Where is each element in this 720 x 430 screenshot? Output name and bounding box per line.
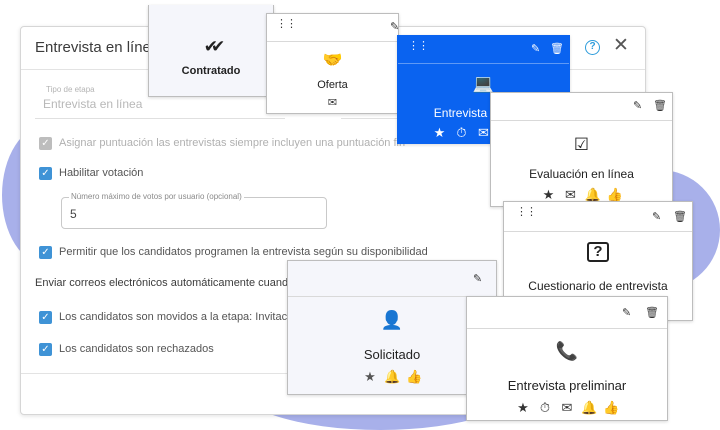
star-icon[interactable]: ★ — [432, 125, 448, 141]
help-circle-icon[interactable]: ? — [585, 40, 600, 55]
laptop-person-icon: 💻 — [472, 74, 495, 93]
card-title: Evaluación en línea — [529, 167, 634, 181]
stage-card-entrevista-preliminar[interactable]: ✎ 🗑 📞 Entrevista preliminar ★ ⏱ ✉ 🔔 👍 — [466, 296, 668, 421]
card-title: Oferta — [317, 79, 348, 91]
email-moved-label: Los candidatos son movidos a la etapa: I… — [59, 311, 296, 323]
email-moved-option[interactable]: ✓ Los candidatos son movidos a la etapa:… — [39, 309, 296, 325]
delete-icon[interactable]: 🗑 — [653, 99, 667, 113]
edit-icon[interactable]: ✎ — [652, 210, 661, 224]
close-icon[interactable]: ✕ — [613, 36, 629, 56]
stage-card-contratado[interactable]: ✔✔ Contratado — [148, 5, 274, 97]
edit-icon[interactable]: ✎ — [622, 306, 631, 320]
delete-icon[interactable]: 🗑 — [645, 306, 659, 320]
candidates-schedule-option[interactable]: ✓ Permitir que los candidatos programen … — [39, 244, 428, 260]
card-header: ⋮⋮ ✎ — [267, 14, 399, 42]
question-bubble-icon: ? — [504, 242, 692, 262]
card-header: ⋮⋮ ✎ 🗑 — [504, 202, 692, 232]
edit-icon[interactable]: ✎ — [473, 272, 482, 286]
stage-type-label: Tipo de etapa — [46, 85, 95, 94]
checklist-icon: ☑ — [573, 135, 590, 154]
card-header: ✎ — [288, 261, 496, 297]
person-arrow-icon: 👤 — [380, 310, 404, 330]
email-rejected-checkbox[interactable]: ✓ — [39, 342, 52, 356]
card-header: ✎ 🗑 — [467, 297, 667, 329]
score-option-checkbox: ✓ — [39, 136, 52, 150]
timer-icon[interactable]: ⏱ — [454, 125, 470, 141]
card-actions: ✉ — [267, 96, 398, 109]
email-rejected-label: Los candidatos son rechazados — [59, 343, 214, 355]
email-moved-checkbox[interactable]: ✓ — [39, 310, 52, 324]
card-title: Entrevista preliminar — [507, 378, 627, 393]
candidates-schedule-label: Permitir que los candidatos programen la… — [59, 246, 428, 258]
card-header: ⋮⋮ ✎ 🗑 — [398, 36, 569, 64]
drag-handle-icon[interactable]: ⋮⋮ — [516, 207, 537, 218]
timer-icon[interactable]: ⏱ — [537, 400, 553, 416]
stage-card-oferta[interactable]: ⋮⋮ ✎ 🤝 Oferta ✉ — [266, 13, 399, 114]
stage-type-value: Entrevista en línea — [43, 97, 143, 111]
max-votes-value: 5 — [70, 207, 77, 221]
card-actions: ★ ⏱ ✉ 🔔 👍 — [467, 400, 667, 416]
thumbs-up-icon[interactable]: 👍 — [603, 400, 619, 416]
enable-voting-checkbox[interactable]: ✓ — [39, 166, 52, 180]
double-check-icon: ✔✔ — [203, 37, 226, 56]
score-option: ✓ Asignar puntuación las entrevistas sie… — [39, 135, 405, 151]
card-actions: ★ 🔔 👍 — [288, 369, 496, 385]
drag-handle-icon[interactable]: ⋮⋮ — [276, 19, 297, 30]
card-title: Contratado — [181, 65, 241, 77]
enable-voting-option[interactable]: ✓ Habilitar votación — [39, 165, 143, 181]
email-icon[interactable]: ✉ — [559, 400, 575, 416]
card-title: Solicitado — [363, 347, 421, 362]
max-votes-label: Número máximo de votos por usuario (opci… — [69, 192, 244, 201]
delete-icon[interactable]: 🗑 — [673, 210, 687, 224]
delete-icon[interactable]: 🗑 — [550, 42, 564, 56]
email-section-title: Enviar correos electrónicos automáticame… — [35, 277, 295, 289]
stage-card-evaluacion-en-linea[interactable]: ✎ 🗑 ☑ Evaluación en línea ★ ✉ 🔔 👍 — [490, 92, 673, 207]
star-icon[interactable]: ★ — [515, 400, 531, 416]
drag-handle-icon[interactable]: ⋮⋮ — [408, 41, 429, 52]
star-icon[interactable]: ★ — [362, 369, 378, 385]
score-option-label: Asignar puntuación las entrevistas siemp… — [59, 137, 406, 149]
notification-icon[interactable]: 🔔 — [581, 400, 597, 416]
edit-icon[interactable]: ✎ — [390, 20, 399, 34]
candidates-schedule-checkbox[interactable]: ✓ — [39, 245, 52, 259]
max-votes-input[interactable]: Número máximo de votos por usuario (opci… — [61, 192, 327, 229]
handshake-icon: 🤝 — [322, 52, 343, 69]
edit-icon[interactable]: ✎ — [531, 42, 540, 56]
edit-icon[interactable]: ✎ — [633, 99, 642, 113]
email-icon[interactable]: ✉ — [325, 96, 341, 109]
dialog-title: Entrevista en línea — [35, 39, 160, 56]
enable-voting-label: Habilitar votación — [59, 167, 144, 179]
email-rejected-option[interactable]: ✓ Los candidatos son rechazados — [39, 341, 214, 357]
card-title: Cuestionario de entrevista — [528, 279, 668, 293]
card-header: ✎ 🗑 — [491, 93, 672, 121]
thumbs-up-icon[interactable]: 👍 — [406, 369, 422, 385]
notification-icon[interactable]: 🔔 — [384, 369, 400, 385]
phone-icon: 📞 — [555, 341, 579, 361]
